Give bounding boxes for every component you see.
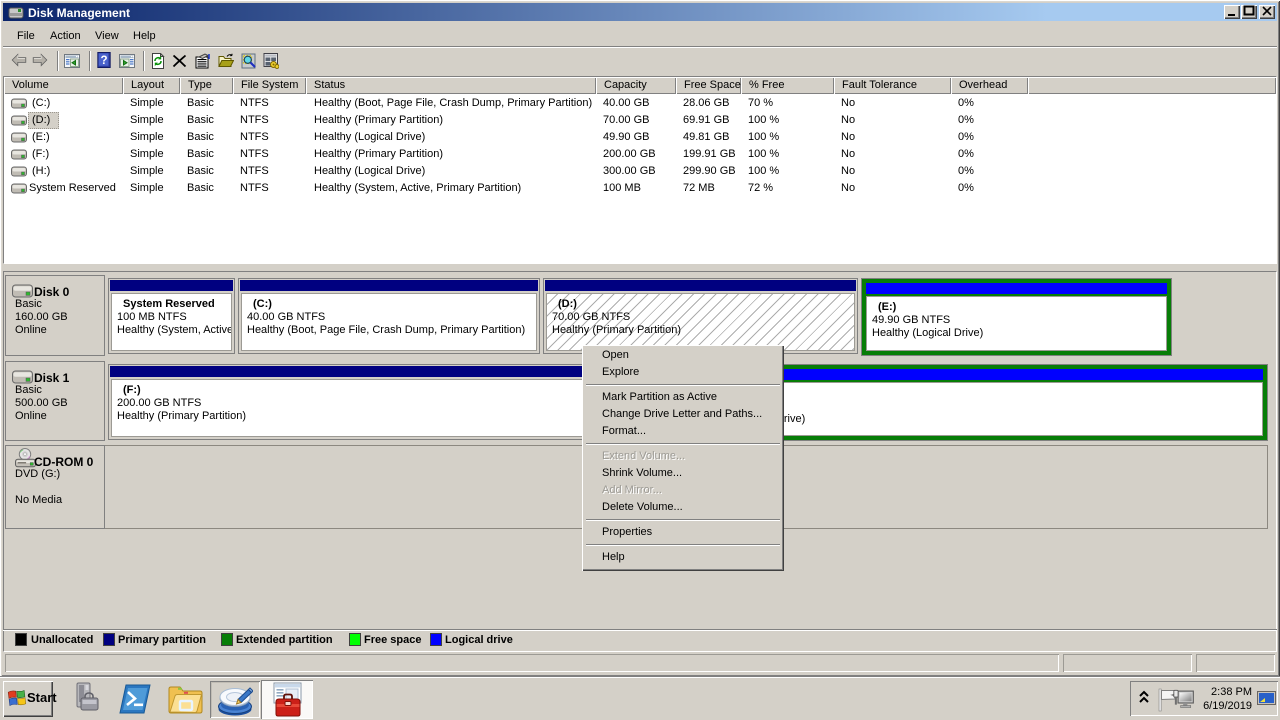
svg-text:?: ? [100, 55, 107, 67]
